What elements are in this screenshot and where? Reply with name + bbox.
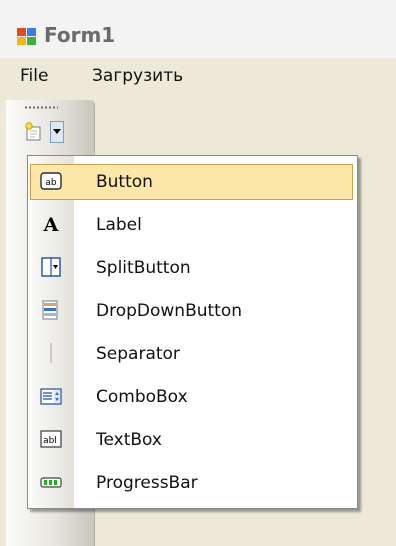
add-toolstrip-item-button[interactable] (24, 118, 66, 146)
toolstrip-item-dropdown: ab Button A Label SplitButton DropDownBu… (27, 155, 358, 509)
menu-item-label: Separator (96, 344, 180, 364)
svg-text:ab: ab (45, 178, 57, 188)
menu-item-progressbar[interactable]: ProgressBar (28, 462, 357, 502)
svg-text:A: A (43, 214, 59, 234)
menu-file[interactable]: File (20, 66, 48, 86)
menu-item-label: SplitButton (96, 258, 191, 278)
svg-text:abl: abl (43, 436, 57, 446)
menu-item-label: Button (96, 172, 153, 192)
menu-item-button[interactable]: ab Button (28, 161, 357, 201)
toolstrip-grip[interactable] (24, 106, 58, 109)
menu-item-combobox[interactable]: ComboBox (28, 376, 357, 416)
window-title: Form1 (44, 23, 116, 47)
separator-icon (50, 343, 52, 363)
menu-item-separator[interactable]: Separator (28, 333, 357, 373)
form-app-icon (17, 28, 36, 45)
menu-item-label-control[interactable]: A Label (28, 204, 357, 244)
menu-bar: File Загрузить (0, 58, 396, 94)
menu-item-label: ProgressBar (96, 473, 198, 493)
menu-item-label: Label (96, 215, 142, 235)
textbox-icon: abl (40, 430, 62, 448)
selection-highlight (30, 164, 353, 200)
title-bar[interactable]: Form1 (0, 0, 396, 59)
label-icon: A (43, 214, 59, 234)
new-item-icon (25, 122, 41, 141)
menu-item-textbox[interactable]: abl TextBox (28, 419, 357, 459)
menu-item-label: DropDownButton (96, 301, 243, 321)
toolstrip-dropdown-arrow[interactable] (50, 121, 64, 143)
dropdownbutton-icon (42, 300, 58, 320)
menu-load[interactable]: Загрузить (92, 66, 183, 86)
menu-item-label: TextBox (96, 430, 162, 450)
splitbutton-icon (41, 257, 61, 277)
form-window: Form1 File Загрузить ab Button A Label S… (0, 0, 396, 546)
progressbar-icon (40, 477, 62, 488)
menu-item-dropdownbutton[interactable]: DropDownButton (28, 290, 357, 330)
combobox-icon (40, 388, 62, 405)
menu-item-splitbutton[interactable]: SplitButton (28, 247, 357, 287)
button-icon: ab (40, 172, 62, 190)
menu-item-label: ComboBox (96, 387, 188, 407)
chevron-down-icon (53, 129, 61, 134)
